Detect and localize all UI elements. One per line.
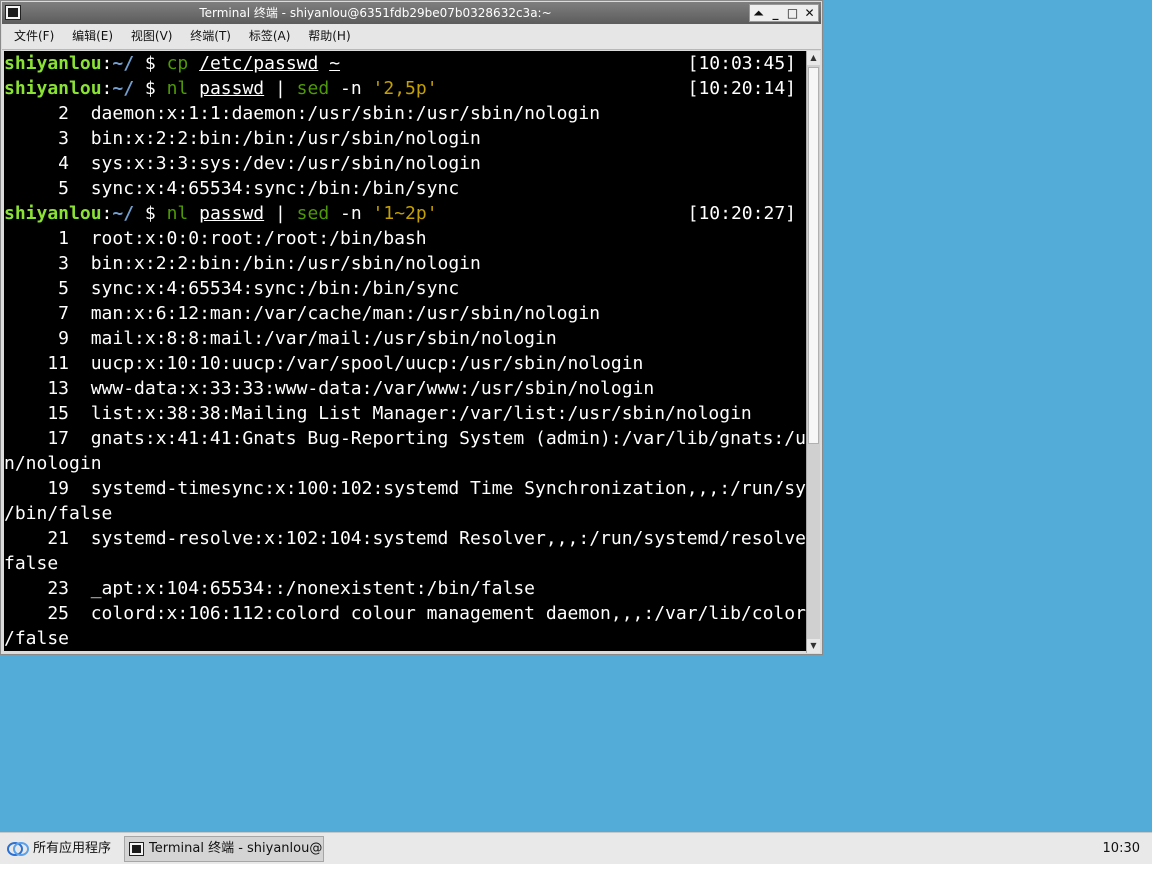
screen-bottom-strip [0,864,1152,896]
terminal-scrollbar[interactable]: ▲ ▼ [806,51,820,653]
taskbar-terminal-label: Terminal 终端 - shiyanlou@⋯ [149,841,324,856]
applications-menu-button[interactable]: 所有应用程序 [5,838,117,860]
prompt-path: ~/ [112,78,135,99]
command-space [188,78,199,99]
command-arg: passwd [199,78,265,99]
terminal-task-icon [129,842,144,856]
command-name: nl [166,203,189,224]
output-line: n/nologin [4,453,102,474]
prompt-user: shiyanlou [4,203,102,224]
command-line: shiyanlou:~/ $ cp /etc/passwd ~ [10:03:45… [4,51,806,76]
command-timestamp: [10:20:27] [687,203,796,224]
command-space [188,203,199,224]
output-line: 3 bin:x:2:2:bin:/bin:/usr/sbin/nologin [4,253,481,274]
command-line: shiyanlou:~/ $ nl passwd | sed -n '1~2p'… [4,201,806,226]
prompt-colon: : [101,203,113,224]
scroll-down-arrow-icon[interactable]: ▼ [807,639,820,653]
command-name: sed [296,203,330,224]
output-line: 4 sys:x:3:3:sys:/dev:/usr/sbin/nologin [4,153,481,174]
scroll-up-arrow-icon[interactable]: ▲ [807,51,820,65]
prompt-user: shiyanlou [4,78,102,99]
output-line: 9 mail:x:8:8:mail:/var/mail:/usr/sbin/no… [4,328,557,349]
command-name: cp [166,53,189,74]
shade-window-button[interactable]: ⏶ [751,2,767,24]
prompt-sign: $ [134,203,167,224]
prompt-path: ~/ [112,53,135,74]
prompt-sign: $ [134,53,167,74]
output-line: 15 list:x:38:38:Mailing List Manager:/va… [4,403,752,424]
output-line: 3 bin:x:2:2:bin:/bin:/usr/sbin/nologin [4,128,481,149]
command-option: -n [329,203,373,224]
prompt-sign: $ [134,78,167,99]
output-line: 11 uucp:x:10:10:uucp:/var/spool/uucp:/us… [4,353,644,374]
close-window-button[interactable]: ✕ [802,2,818,24]
command-arg: /etc/passwd [199,53,319,74]
output-line: 1 root:x:0:0:root:/root:/bin/bash [4,228,427,249]
output-line: 5 sync:x:4:65534:sync:/bin:/bin/sync [4,178,460,199]
command-name: sed [296,78,330,99]
terminal-window[interactable]: Terminal 终端 - shiyanlou@6351fdb29be07b03… [0,0,823,655]
taskbar-clock[interactable]: 10:30 [1103,833,1140,865]
taskbar-terminal-item[interactable]: Terminal 终端 - shiyanlou@⋯ [124,836,324,862]
output-line: 5 sync:x:4:65534:sync:/bin:/bin/sync [4,278,460,299]
output-line: 23 _apt:x:104:65534::/nonexistent:/bin/f… [4,578,536,599]
output-line: 13 www-data:x:33:33:www-data:/var/www:/u… [4,378,655,399]
prompt-colon: : [101,53,113,74]
command-timestamp: [10:03:45] [687,53,796,74]
prompt-path: ~/ [112,203,135,224]
output-line: 17 gnats:x:41:41:Gnats Bug-Reporting Sys… [4,428,806,449]
command-string: '2,5p' [372,78,438,99]
menu-help[interactable]: 帮助(H) [308,29,350,43]
menu-bar: 文件(F) 编辑(E) 视图(V) 终端(T) 标签(A) 帮助(H) [2,24,821,50]
command-space [318,53,329,74]
scrollbar-thumb[interactable] [808,67,819,444]
maximize-window-button[interactable]: □ [785,2,801,24]
output-line: 21 systemd-resolve:x:102:104:systemd Res… [4,528,806,549]
output-line: 7 man:x:6:12:man:/var/cache/man:/usr/sbi… [4,303,601,324]
output-line: 2 daemon:x:1:1:daemon:/usr/sbin:/usr/sbi… [4,103,601,124]
command-name: nl [166,78,189,99]
command-line: shiyanlou:~/ $ nl passwd | sed -n '2,5p'… [4,76,806,101]
command-string: '1~2p' [372,203,438,224]
command-pipe: | [264,203,297,224]
command-space [188,53,199,74]
applications-launcher-icon [7,842,29,856]
menu-view[interactable]: 视图(V) [131,29,173,43]
applications-menu-label: 所有应用程序 [33,841,112,856]
command-option: -n [329,78,373,99]
command-arg: passwd [199,203,265,224]
prompt-colon: : [101,78,113,99]
window-titlebar[interactable]: Terminal 终端 - shiyanlou@6351fdb29be07b03… [2,2,821,24]
menu-file[interactable]: 文件(F) [14,29,54,43]
window-controls: ⏶ _ □ ✕ [749,4,819,22]
output-line: /bin/false [4,503,113,524]
output-line: /false [4,628,70,649]
command-output: 1 root:x:0:0:root:/root:/bin/bash 3 bin:… [4,226,806,651]
terminal-output-area[interactable]: shiyanlou:~/ $ cp /etc/passwd ~ [10:03:45… [4,51,806,651]
command-timestamp: [10:20:14] [687,78,796,99]
prompt-user: shiyanlou [4,53,102,74]
taskbar: 所有应用程序 Terminal 终端 - shiyanlou@⋯ 10:30 [0,832,1152,864]
command-pipe: | [264,78,297,99]
command-arg: ~ [329,53,341,74]
menu-tabs[interactable]: 标签(A) [249,29,291,43]
window-title: Terminal 终端 - shiyanlou@6351fdb29be07b03… [199,6,552,20]
output-line: 25 colord:x:106:112:colord colour manage… [4,603,806,624]
menu-edit[interactable]: 编辑(E) [72,29,113,43]
output-line: false [4,553,59,574]
output-line: 19 systemd-timesync:x:100:102:systemd Ti… [4,478,806,499]
command-output: 2 daemon:x:1:1:daemon:/usr/sbin:/usr/sbi… [4,101,806,201]
minimize-window-button[interactable]: _ [768,2,784,24]
menu-terminal[interactable]: 终端(T) [190,29,231,43]
